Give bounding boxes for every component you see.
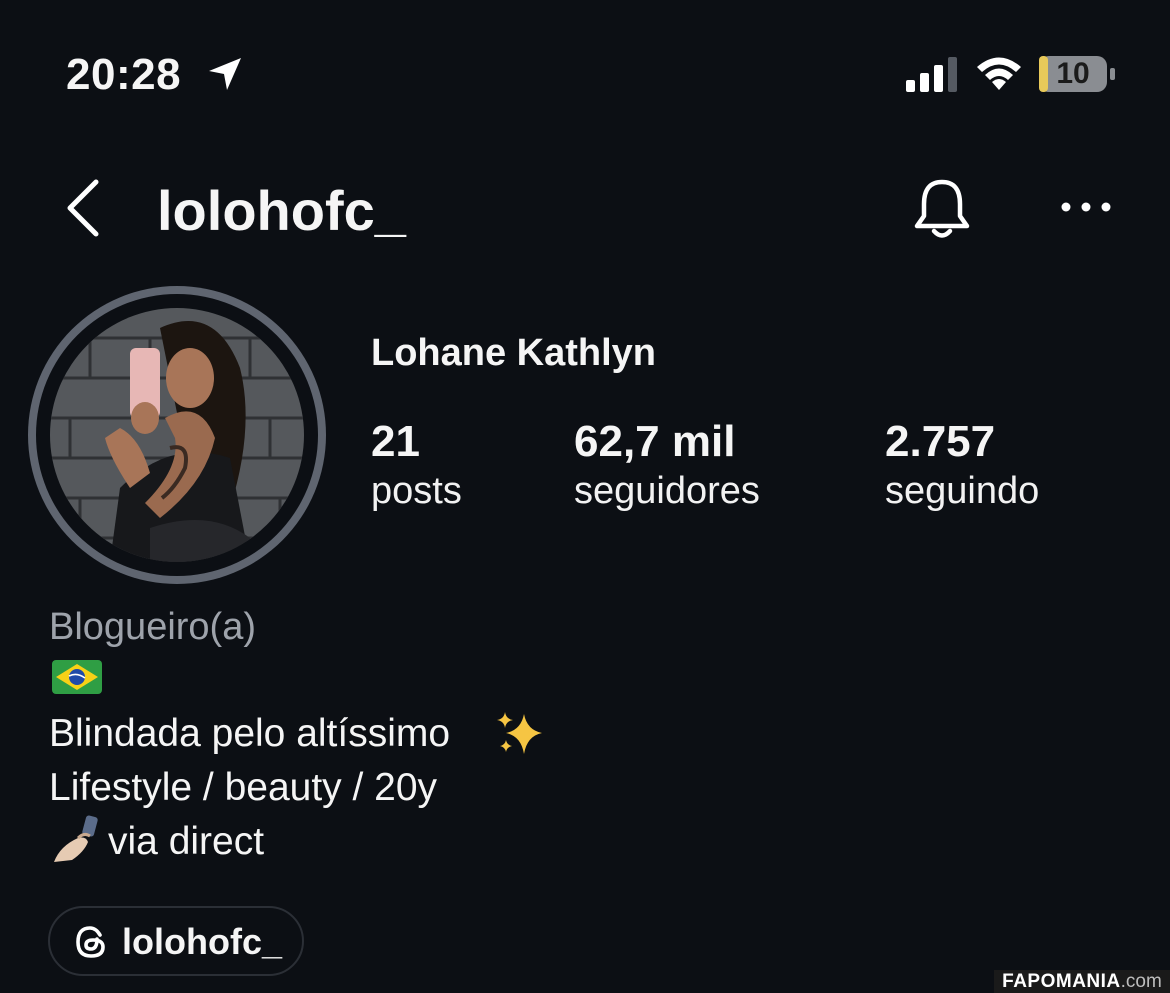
site-watermark: FAPOMANIA.com bbox=[994, 970, 1170, 993]
stat-posts-label: posts bbox=[371, 470, 462, 512]
status-time: 20:28 bbox=[66, 50, 182, 99]
profile-avatar[interactable] bbox=[28, 286, 326, 584]
stat-followers-label: seguidores bbox=[574, 470, 760, 512]
bio-line-2: Lifestyle / beauty / 20y bbox=[49, 766, 438, 809]
threads-profile-link[interactable]: lolohofc_ bbox=[48, 906, 304, 976]
profile-full-name: Lohane Kathlyn bbox=[371, 332, 657, 374]
threads-icon bbox=[76, 926, 105, 958]
call-me-hand-icon bbox=[54, 815, 98, 862]
stat-following-value: 2.757 bbox=[885, 417, 996, 466]
bio-line-3: via direct bbox=[108, 820, 265, 863]
cellular-signal-icon bbox=[906, 57, 957, 92]
watermark-suffix: .com bbox=[1120, 971, 1162, 992]
brazil-flag-icon bbox=[52, 660, 102, 694]
stat-followers-value: 62,7 mil bbox=[574, 417, 736, 466]
notification-bell-icon[interactable] bbox=[908, 176, 976, 242]
profile-category: Blogueiro(a) bbox=[49, 606, 256, 648]
watermark-brand: FAPOMANIA bbox=[1002, 971, 1121, 992]
stat-posts[interactable]: 21 posts bbox=[371, 416, 462, 514]
battery-level: 10 bbox=[1056, 57, 1090, 90]
stat-following-label: seguindo bbox=[885, 470, 1040, 512]
profile-username: lolohofc_ bbox=[157, 179, 406, 242]
stat-followers[interactable]: 62,7 mil seguidores bbox=[574, 416, 760, 514]
location-arrow-icon bbox=[209, 58, 241, 90]
bio-line-1: Blindada pelo altíssimo bbox=[49, 712, 451, 755]
threads-handle: lolohofc_ bbox=[122, 921, 282, 962]
battery-icon: 10 bbox=[1038, 55, 1116, 93]
stat-following[interactable]: 2.757 seguindo bbox=[885, 416, 1039, 514]
sparkles-icon bbox=[497, 712, 542, 754]
stat-posts-value: 21 bbox=[371, 417, 420, 466]
more-options-icon[interactable] bbox=[1058, 192, 1114, 222]
avatar-photo bbox=[50, 308, 304, 562]
wifi-icon bbox=[977, 57, 1021, 90]
back-button[interactable] bbox=[62, 176, 104, 240]
